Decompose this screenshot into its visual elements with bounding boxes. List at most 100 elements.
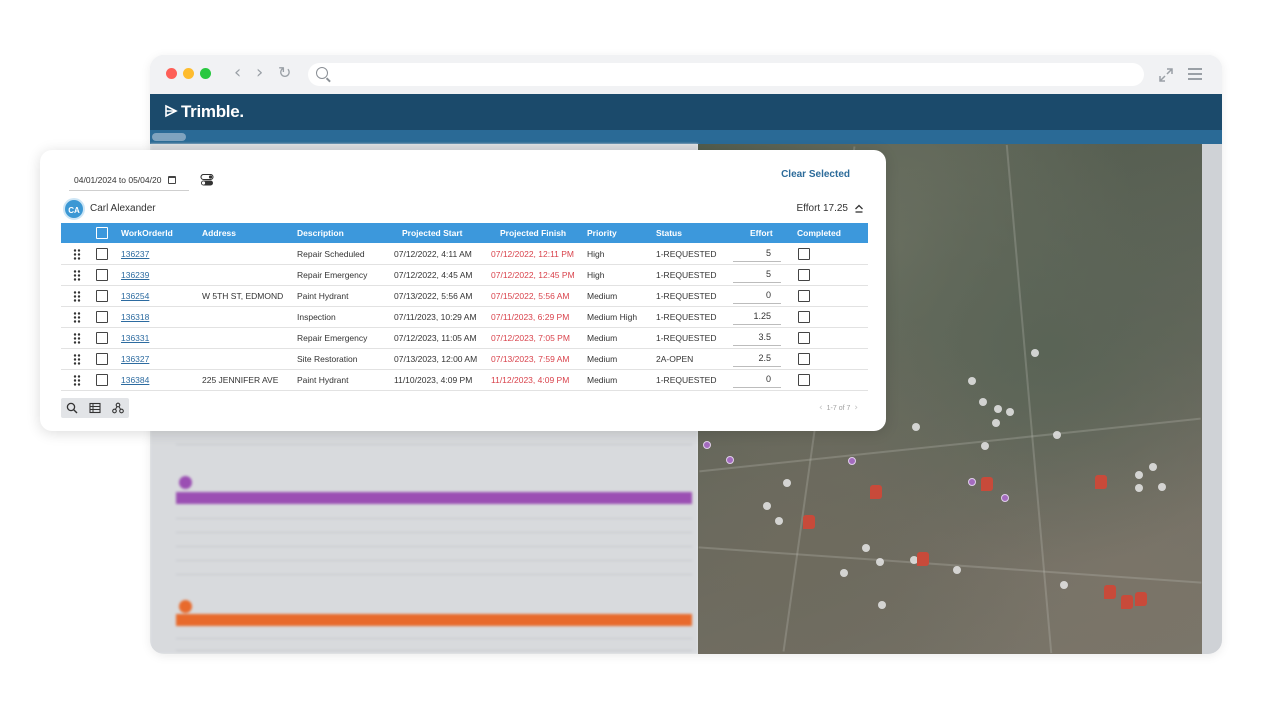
- table-row[interactable]: 136331 Repair Emergency 07/12/2023, 11:05 …: [61, 328, 868, 349]
- map-marker[interactable]: [840, 569, 848, 577]
- completed-checkbox[interactable]: [798, 290, 810, 302]
- grid-view-icon[interactable]: [89, 402, 101, 414]
- drag-handle-icon[interactable]: [73, 333, 81, 344]
- row-select-checkbox[interactable]: [96, 311, 108, 323]
- search-icon[interactable]: [66, 402, 78, 414]
- map-marker[interactable]: [1149, 463, 1157, 471]
- back-icon[interactable]: ‹: [234, 63, 241, 83]
- effort-input[interactable]: 1.25: [733, 307, 781, 325]
- effort-input[interactable]: 0: [733, 370, 781, 388]
- drag-handle-icon[interactable]: [73, 375, 81, 386]
- route-icon[interactable]: [112, 402, 124, 414]
- completed-checkbox[interactable]: [798, 248, 810, 260]
- map-marker[interactable]: [979, 398, 987, 406]
- map-marker[interactable]: [1158, 483, 1166, 491]
- effort-input[interactable]: 3.5: [733, 328, 781, 346]
- table-row[interactable]: 136327 Site Restoration 07/13/2023, 12:00 …: [61, 349, 868, 370]
- map-marker-red[interactable]: [1121, 595, 1133, 609]
- row-select-checkbox[interactable]: [96, 248, 108, 260]
- row-select-checkbox[interactable]: [96, 332, 108, 344]
- row-select-checkbox[interactable]: [96, 269, 108, 281]
- workorder-id-link[interactable]: 136239: [121, 265, 149, 285]
- pager-prev-icon[interactable]: ‹: [819, 403, 823, 413]
- column-header-status[interactable]: Status: [656, 223, 682, 243]
- map-marker-red[interactable]: [1095, 475, 1107, 489]
- map-marker[interactable]: [1060, 581, 1068, 589]
- completed-checkbox[interactable]: [798, 374, 810, 386]
- column-header-completed[interactable]: Completed: [797, 223, 841, 243]
- forward-icon[interactable]: ›: [256, 63, 263, 83]
- row-select-checkbox[interactable]: [96, 290, 108, 302]
- subbar-pill[interactable]: [152, 133, 186, 141]
- map-marker-purple[interactable]: [726, 456, 734, 464]
- toggle-icon[interactable]: [200, 174, 214, 186]
- map-marker[interactable]: [968, 377, 976, 385]
- effort-input[interactable]: 5: [733, 265, 781, 283]
- completed-checkbox[interactable]: [798, 311, 810, 323]
- select-all-checkbox[interactable]: [96, 227, 108, 239]
- effort-input[interactable]: 2.5: [733, 349, 781, 367]
- workorder-id-link[interactable]: 136384: [121, 370, 149, 390]
- collapse-icon[interactable]: [854, 203, 864, 213]
- workorder-id-link[interactable]: 136237: [121, 244, 149, 264]
- map-side-toolbar[interactable]: [1202, 144, 1222, 654]
- row-select-checkbox[interactable]: [96, 353, 108, 365]
- completed-checkbox[interactable]: [798, 269, 810, 281]
- drag-handle-icon[interactable]: [73, 291, 81, 302]
- map-marker-purple[interactable]: [703, 441, 711, 449]
- column-header-workorderid[interactable]: WorkOrderId: [121, 223, 173, 243]
- drag-handle-icon[interactable]: [73, 270, 81, 281]
- map-marker-purple[interactable]: [848, 457, 856, 465]
- window-close-button[interactable]: [166, 68, 177, 79]
- row-select-checkbox[interactable]: [96, 374, 108, 386]
- map-marker[interactable]: [1053, 431, 1061, 439]
- effort-input[interactable]: 5: [733, 244, 781, 262]
- map-marker[interactable]: [1135, 471, 1143, 479]
- completed-checkbox[interactable]: [798, 353, 810, 365]
- map-marker[interactable]: [1006, 408, 1014, 416]
- drag-handle-icon[interactable]: [73, 312, 81, 323]
- map-marker[interactable]: [775, 517, 783, 525]
- map-marker[interactable]: [878, 601, 886, 609]
- drag-handle-icon[interactable]: [73, 354, 81, 365]
- browser-menu-icon[interactable]: [1188, 68, 1202, 80]
- column-header-projected-start[interactable]: Projected Start: [402, 223, 462, 243]
- drag-handle-icon[interactable]: [73, 249, 81, 260]
- map-marker-red[interactable]: [981, 477, 993, 491]
- map-marker[interactable]: [1135, 484, 1143, 492]
- reload-icon[interactable]: ↻: [278, 63, 291, 83]
- column-header-priority[interactable]: Priority: [587, 223, 617, 243]
- column-header-description[interactable]: Description: [297, 223, 344, 243]
- map-marker-red[interactable]: [870, 485, 882, 499]
- table-row[interactable]: 136318 Inspection 07/11/2023, 10:29 AM 07/1…: [61, 307, 868, 328]
- column-header-effort[interactable]: Effort: [750, 223, 773, 243]
- map-marker[interactable]: [1031, 349, 1039, 357]
- completed-checkbox[interactable]: [798, 332, 810, 344]
- map-marker-red[interactable]: [803, 515, 815, 529]
- map-marker-red[interactable]: [1135, 592, 1147, 606]
- workorder-id-link[interactable]: 136327: [121, 349, 149, 369]
- table-row[interactable]: 136384 225 JENNIFER AVE Paint Hydrant 11/10…: [61, 370, 868, 391]
- map-marker[interactable]: [783, 479, 791, 487]
- map-marker[interactable]: [912, 423, 920, 431]
- workorder-id-link[interactable]: 136331: [121, 328, 149, 348]
- window-zoom-button[interactable]: [200, 68, 211, 79]
- workorder-id-link[interactable]: 136318: [121, 307, 149, 327]
- table-row[interactable]: 136254 W 5TH ST, EDMOND Paint Hydrant 07/13…: [61, 286, 868, 307]
- map-marker-red[interactable]: [1104, 585, 1116, 599]
- pager-next-icon[interactable]: ›: [854, 403, 858, 413]
- map-marker[interactable]: [862, 544, 870, 552]
- table-row[interactable]: 136239 Repair Emergency 07/12/2022, 4:45 A…: [61, 265, 868, 286]
- map-marker[interactable]: [992, 419, 1000, 427]
- effort-input[interactable]: 0: [733, 286, 781, 304]
- map-marker-purple[interactable]: [1001, 494, 1009, 502]
- workorder-id-link[interactable]: 136254: [121, 286, 149, 306]
- map-marker-purple[interactable]: [968, 478, 976, 486]
- table-row[interactable]: 136237 Repair Scheduled 07/12/2022, 4:11 A…: [61, 244, 868, 265]
- clear-selected-button[interactable]: Clear Selected: [781, 169, 850, 180]
- address-bar[interactable]: [308, 63, 1144, 86]
- column-header-projected-finish[interactable]: Projected Finish: [500, 223, 566, 243]
- map-marker-red[interactable]: [917, 552, 929, 566]
- map-marker[interactable]: [981, 442, 989, 450]
- map-marker[interactable]: [953, 566, 961, 574]
